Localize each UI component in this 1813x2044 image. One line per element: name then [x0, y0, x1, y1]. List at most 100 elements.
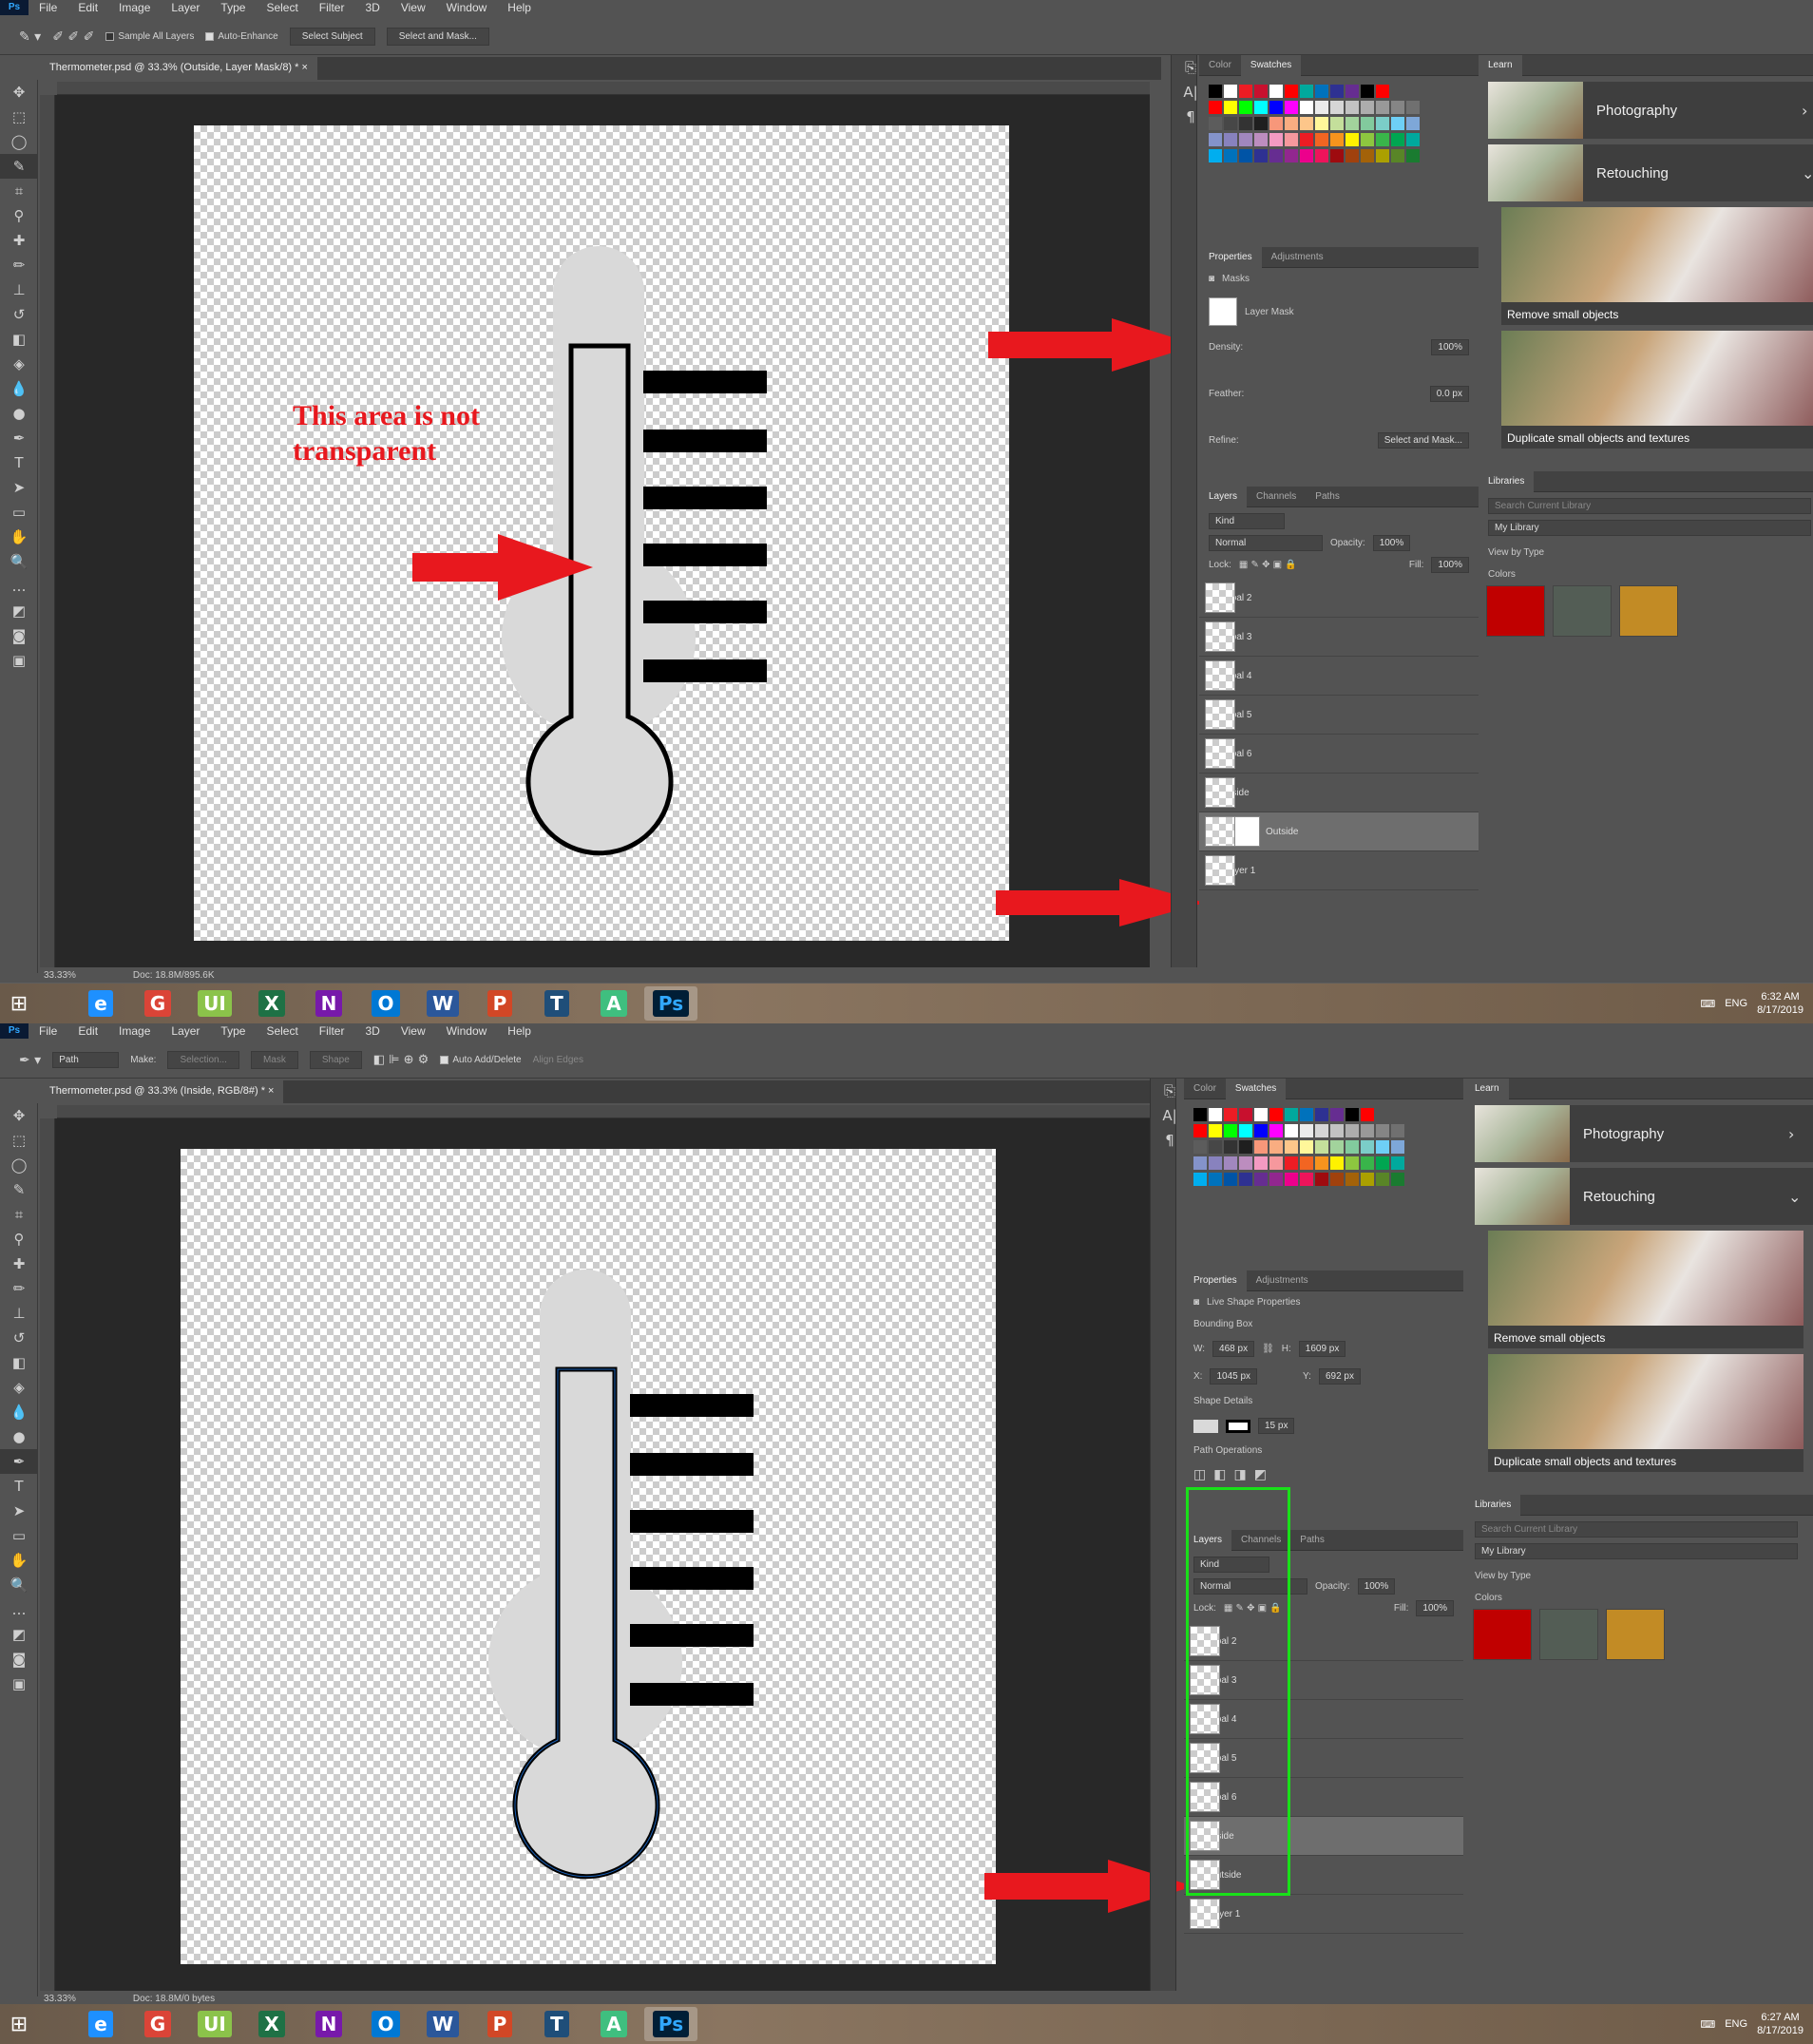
swatch[interactable]	[1285, 1173, 1298, 1186]
healing-tool-icon[interactable]: ✚	[0, 228, 38, 253]
crop-tool-icon[interactable]: ⌗	[0, 1202, 38, 1227]
hand-tool-icon[interactable]: ✋	[0, 1548, 38, 1573]
screen-mode-icon[interactable]: ▣	[0, 1671, 38, 1696]
type-tool-icon[interactable]: T	[0, 1474, 38, 1499]
taskbar-app-icon[interactable]: N	[302, 2007, 355, 2041]
swatch[interactable]	[1193, 1124, 1207, 1137]
swatch[interactable]	[1406, 101, 1420, 114]
swatch[interactable]	[1285, 149, 1298, 162]
taskbar-app-icon[interactable]: A	[587, 986, 640, 1021]
swatch[interactable]	[1193, 1108, 1207, 1121]
swatch[interactable]	[1224, 1156, 1237, 1170]
shape-tool-icon[interactable]: ▭	[0, 1523, 38, 1548]
swatch[interactable]	[1330, 149, 1344, 162]
pen-tool-icon[interactable]: ✒	[0, 426, 38, 450]
menu-help[interactable]: Help	[497, 1024, 542, 1038]
swatch[interactable]	[1345, 85, 1359, 98]
menu-view[interactable]: View	[391, 1024, 436, 1038]
swatch[interactable]	[1345, 101, 1359, 114]
quick-selection-icon[interactable]: ✎ ▾	[19, 29, 41, 45]
stroke-swatch[interactable]	[1226, 1419, 1250, 1433]
stamp-tool-icon[interactable]: ⊥	[0, 1301, 38, 1326]
menu-file[interactable]: File	[29, 1, 67, 14]
swatch[interactable]	[1269, 117, 1283, 130]
tab-properties[interactable]: Properties	[1184, 1270, 1247, 1291]
tab-paths[interactable]: Paths	[1290, 1535, 1334, 1545]
menu-3d[interactable]: 3D	[354, 1024, 390, 1038]
swatch[interactable]	[1254, 117, 1268, 130]
library-color-swatch[interactable]	[1553, 585, 1612, 637]
swatch[interactable]	[1224, 117, 1237, 130]
swatch[interactable]	[1300, 133, 1313, 146]
swatch[interactable]	[1224, 85, 1237, 98]
paragraph-icon[interactable]: ¶	[1151, 1128, 1189, 1153]
swatch[interactable]	[1269, 85, 1283, 98]
tray-lang[interactable]: ENG	[1725, 2018, 1747, 2030]
swatch[interactable]	[1300, 101, 1313, 114]
swatch[interactable]	[1239, 1173, 1252, 1186]
swatch[interactable]	[1224, 149, 1237, 162]
marquee-tool-icon[interactable]: ⬚	[0, 1128, 38, 1153]
menu-select[interactable]: Select	[256, 1, 308, 14]
tab-swatches[interactable]: Swatches	[1240, 54, 1302, 76]
swatch[interactable]	[1391, 1156, 1404, 1170]
shape-details-label[interactable]: Shape Details	[1184, 1390, 1463, 1412]
make-selection-button[interactable]: Selection...	[167, 1051, 239, 1069]
taskbar-app-icon[interactable]: W	[416, 2007, 469, 2041]
opacity-value[interactable]: 100%	[1372, 535, 1411, 551]
swatch[interactable]	[1254, 1108, 1268, 1121]
swatch[interactable]	[1376, 1140, 1389, 1154]
swatch[interactable]	[1239, 101, 1252, 114]
swatch[interactable]	[1376, 85, 1389, 98]
intersect-icon[interactable]: ◨	[1233, 1467, 1246, 1482]
learn-card-retouching[interactable]: Retouching ⌄	[1475, 1168, 1813, 1225]
paint-bucket-icon[interactable]: ◈	[0, 352, 38, 376]
brush-tool-icon[interactable]: ✏	[0, 1276, 38, 1301]
select-subject-button[interactable]: Select Subject	[289, 28, 375, 46]
swatch[interactable]	[1193, 1173, 1207, 1186]
path-operations-label[interactable]: Path Operations	[1184, 1440, 1463, 1461]
color-swatch-icon[interactable]: ◩	[0, 599, 38, 623]
library-color-swatch[interactable]	[1619, 585, 1678, 637]
swatch[interactable]	[1269, 1173, 1283, 1186]
tab-adjustments[interactable]: Adjustments	[1262, 252, 1333, 262]
taskbar-app-icon[interactable]: O	[359, 2007, 412, 2041]
tab-color[interactable]: Color	[1199, 60, 1241, 70]
taskbar-app-icon[interactable]: X	[245, 986, 298, 1021]
layer-row[interactable]: 👁Inside	[1184, 1817, 1463, 1856]
combine-icon[interactable]: ◫	[1193, 1467, 1206, 1482]
swatch[interactable]	[1330, 1124, 1344, 1137]
eyedropper-tool-icon[interactable]: ⚲	[0, 1227, 38, 1251]
fill-value[interactable]: 100%	[1416, 1600, 1454, 1616]
lasso-tool-icon[interactable]: ◯	[0, 129, 38, 154]
taskbar-app-icon[interactable]: W	[416, 986, 469, 1021]
swatch[interactable]	[1345, 1124, 1359, 1137]
tab-channels[interactable]: Channels	[1231, 1535, 1290, 1545]
swatch[interactable]	[1330, 1156, 1344, 1170]
swatch[interactable]	[1209, 1108, 1222, 1121]
crop-tool-icon[interactable]: ⌗	[0, 179, 38, 203]
menu-help[interactable]: Help	[497, 1, 542, 14]
tab-channels[interactable]: Channels	[1247, 491, 1306, 502]
select-and-mask-button[interactable]: Select and Mask...	[1377, 432, 1469, 449]
document-tab[interactable]: Thermometer.psd @ 33.3% (Outside, Layer …	[40, 57, 317, 80]
library-color-swatch[interactable]	[1473, 1609, 1532, 1660]
swatch[interactable]	[1361, 1124, 1374, 1137]
type-tool-icon[interactable]: T	[0, 450, 38, 475]
swatch[interactable]	[1254, 1124, 1268, 1137]
swatch[interactable]	[1361, 133, 1374, 146]
layer-row[interactable]: 👁Goal 5	[1184, 1739, 1463, 1778]
swatch[interactable]	[1315, 1124, 1328, 1137]
swatch[interactable]	[1361, 117, 1374, 130]
keyboard-icon[interactable]: ⌨	[1700, 2018, 1715, 2031]
swatch[interactable]	[1406, 117, 1420, 130]
quick-selection-tool-icon[interactable]: ✎	[0, 154, 38, 179]
subtract-icon[interactable]: ◧	[1213, 1467, 1226, 1482]
eraser-tool-icon[interactable]: ◧	[0, 327, 38, 352]
menu-type[interactable]: Type	[210, 1024, 256, 1038]
swatch[interactable]	[1361, 101, 1374, 114]
path-ops-icons[interactable]: ◧ ⊫ ⊕ ⚙	[373, 1053, 429, 1067]
swatch[interactable]	[1376, 149, 1389, 162]
shape-tool-icon[interactable]: ▭	[0, 500, 38, 525]
zoom-tool-icon[interactable]: 🔍	[0, 549, 38, 574]
